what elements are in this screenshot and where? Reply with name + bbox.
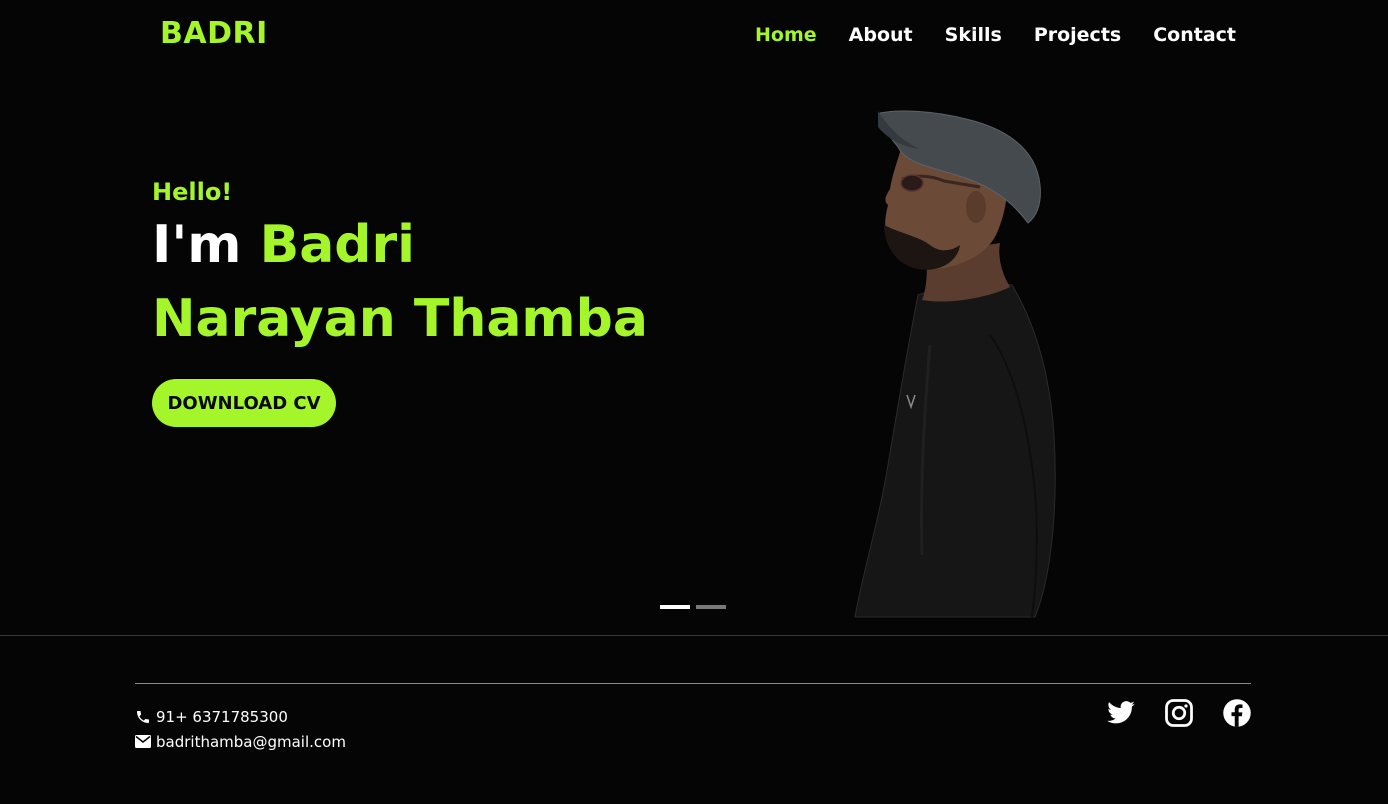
brand-logo[interactable]: BADRI: [160, 16, 268, 51]
facebook-icon[interactable]: [1222, 698, 1252, 728]
section-divider: [0, 635, 1388, 636]
envelope-icon: [135, 735, 151, 748]
phone-number: 91+ 6371785300: [156, 707, 288, 726]
phone-row: 91+ 6371785300: [135, 704, 346, 729]
hero-first-name: Badri: [259, 215, 415, 275]
hero-last-name: Narayan Thamba: [152, 289, 648, 349]
nav-home[interactable]: Home: [755, 24, 817, 46]
footer-divider: [135, 683, 1251, 684]
footer-contact: 91+ 6371785300 badrithamba@gmail.com: [135, 704, 346, 754]
hero-section: Hello! I'm Badri Narayan Thamba: [152, 178, 648, 356]
nav-about[interactable]: About: [849, 24, 913, 46]
email-address[interactable]: badrithamba@gmail.com: [156, 733, 346, 751]
social-links: [1106, 698, 1252, 728]
nav-projects[interactable]: Projects: [1034, 24, 1121, 46]
carousel-indicators: [660, 605, 726, 609]
twitter-icon[interactable]: [1106, 698, 1136, 728]
download-cv-button[interactable]: DOWNLOAD CV: [152, 379, 336, 427]
phone-icon: [135, 709, 151, 725]
carousel-indicator-2[interactable]: [696, 605, 726, 609]
email-row: badrithamba@gmail.com: [135, 729, 346, 754]
instagram-icon[interactable]: [1164, 698, 1194, 728]
profile-photo: [840, 105, 1070, 624]
hero-headline: I'm Badri Narayan Thamba: [152, 208, 648, 356]
main-nav: Home About Skills Projects Contact: [755, 24, 1236, 46]
carousel-indicator-1[interactable]: [660, 605, 690, 609]
hero-greeting: Hello!: [152, 178, 233, 206]
nav-contact[interactable]: Contact: [1153, 24, 1236, 46]
hero-intro: I'm: [152, 215, 260, 275]
nav-skills[interactable]: Skills: [945, 24, 1002, 46]
